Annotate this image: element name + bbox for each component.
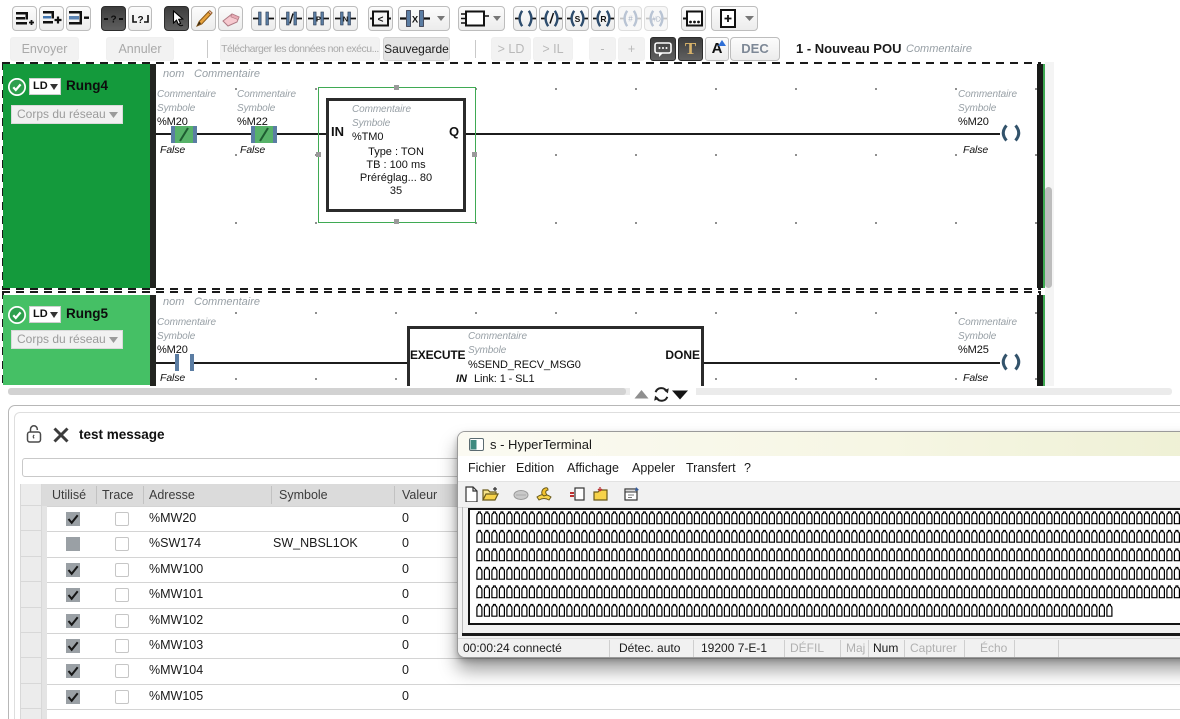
svg-text:R: R [600, 14, 606, 24]
svg-text:#D: #D [652, 17, 661, 24]
svg-text:#: # [628, 15, 633, 24]
svg-text:X: X [412, 15, 419, 26]
svg-text:?: ? [110, 15, 116, 26]
svg-text:P: P [316, 15, 321, 24]
svg-text:?: ? [137, 15, 143, 26]
svg-text:S: S [575, 14, 581, 24]
svg-text:N: N [343, 15, 348, 24]
svg-text:<: < [378, 15, 384, 26]
